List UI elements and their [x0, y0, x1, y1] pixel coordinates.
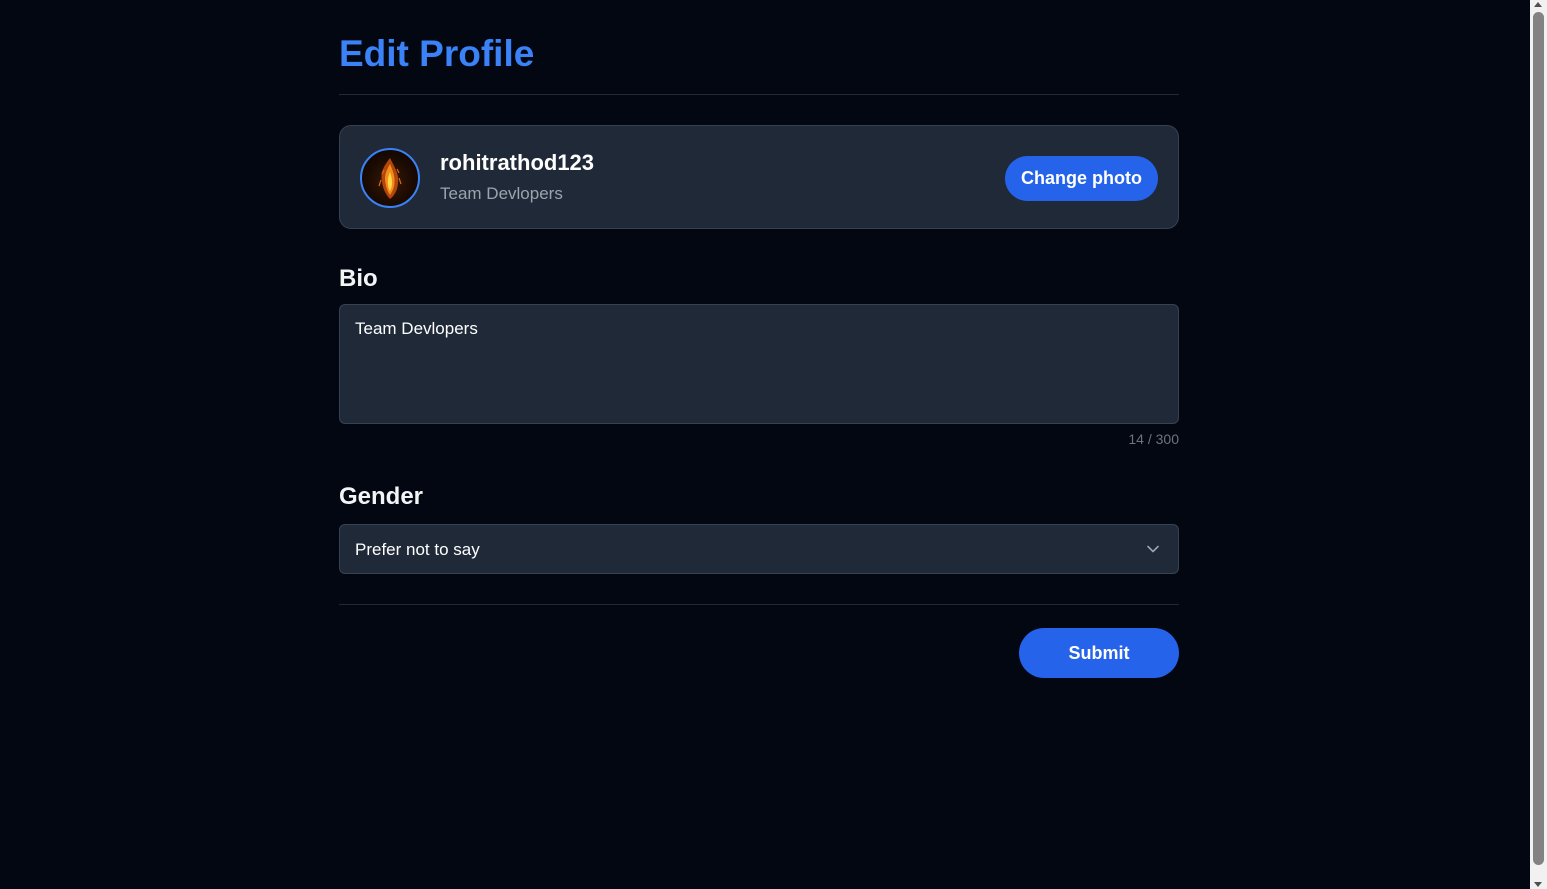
edit-profile-page: Edit Profile rohitrathod123 Team Devlope…	[339, 0, 1179, 678]
avatar[interactable]	[360, 148, 420, 208]
profile-card: rohitrathod123 Team Devlopers Change pho…	[339, 125, 1179, 229]
username: rohitrathod123	[440, 150, 595, 175]
profile-subtitle: Team Devlopers	[440, 184, 563, 203]
gender-select[interactable]: Prefer not to say	[339, 524, 1179, 574]
page-title: Edit Profile	[339, 33, 535, 74]
bio-char-counter: 14 / 300	[1128, 431, 1179, 447]
profile-identity: rohitrathod123 Team Devlopers	[440, 148, 594, 206]
change-photo-button[interactable]: Change photo	[1005, 156, 1158, 201]
scrollbar[interactable]	[1530, 0, 1547, 889]
bio-textarea[interactable]: Team Devlopers	[339, 304, 1179, 424]
footer-divider	[339, 604, 1179, 605]
chevron-down-icon	[1147, 545, 1159, 553]
scrollbar-thumb[interactable]	[1533, 12, 1544, 865]
submit-button[interactable]: Submit	[1019, 628, 1179, 678]
header-divider	[339, 94, 1179, 95]
gender-selected-value: Prefer not to say	[355, 540, 480, 559]
flame-avatar-icon	[378, 158, 402, 199]
gender-label: Gender	[339, 483, 424, 510]
scroll-up-arrow-icon[interactable]	[1534, 2, 1542, 7]
scroll-down-arrow-icon[interactable]	[1534, 882, 1542, 887]
bio-label: Bio	[339, 265, 378, 292]
